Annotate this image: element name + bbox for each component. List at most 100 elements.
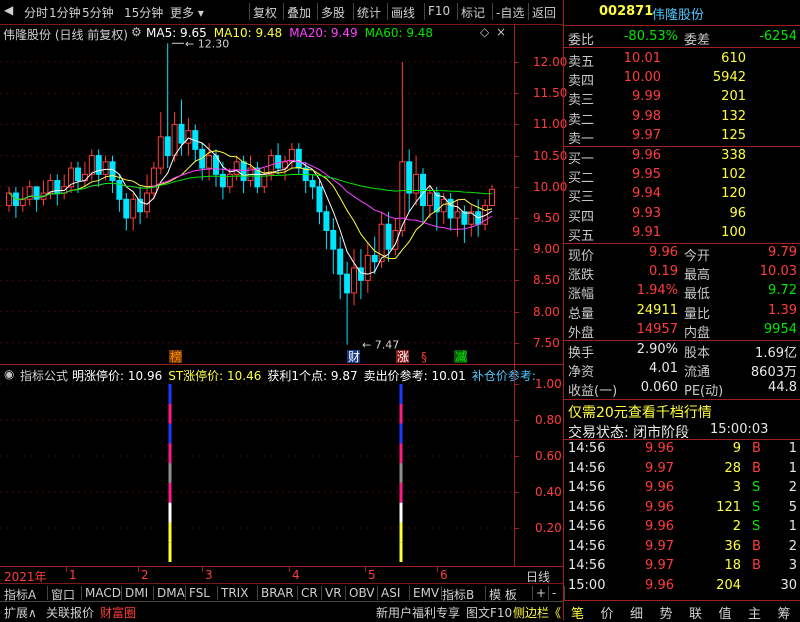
event-marker[interactable]: 减 — [455, 350, 467, 364]
indicator-tab[interactable]: FSL — [189, 586, 210, 600]
candle[interactable] — [33, 186, 40, 212]
candle[interactable] — [337, 236, 344, 300]
candle[interactable] — [413, 155, 420, 206]
toolbar-item[interactable]: F10 — [428, 4, 450, 18]
candle[interactable] — [247, 155, 254, 187]
candle[interactable] — [344, 261, 351, 345]
toolbar-item[interactable]: 返回 — [532, 4, 556, 21]
candle[interactable] — [316, 180, 323, 225]
event-marker[interactable]: 榜 — [170, 349, 182, 364]
candle[interactable] — [12, 186, 19, 218]
status-right-item[interactable]: 图文F10 — [466, 604, 512, 621]
candle[interactable] — [420, 168, 426, 225]
indicator-tab[interactable]: DMA — [157, 586, 185, 600]
indicator-tab[interactable]: BRAR — [261, 586, 294, 600]
indicator-tab[interactable]: ASI — [381, 586, 400, 600]
quote-tab[interactable]: 联 — [689, 603, 702, 622]
candle[interactable] — [130, 193, 137, 231]
toolbar-item[interactable]: 标记 — [461, 4, 485, 21]
indicator-tab[interactable]: + — [536, 586, 546, 600]
toolbar-item[interactable]: 画线 — [391, 4, 415, 21]
quote-tab[interactable]: 笔 — [571, 603, 584, 622]
candle[interactable] — [6, 186, 12, 212]
toolbar-item[interactable]: 分时 — [24, 4, 48, 21]
status-right-item[interactable]: 新用户福利专享 — [376, 604, 460, 621]
candle[interactable] — [323, 205, 330, 250]
candle[interactable] — [185, 118, 192, 156]
event-marker[interactable]: 涨 — [397, 349, 409, 364]
candle[interactable] — [40, 180, 47, 206]
candle[interactable] — [399, 62, 406, 237]
candle[interactable] — [275, 143, 282, 175]
candle[interactable] — [116, 174, 123, 212]
toolbar-item[interactable]: 更多 ▾ — [170, 4, 204, 21]
candle[interactable] — [295, 143, 302, 175]
toolbar-item[interactable]: 复权 — [253, 4, 277, 21]
indicator-tab[interactable]: CR — [301, 586, 318, 600]
candle[interactable] — [81, 161, 88, 187]
candle[interactable] — [233, 155, 240, 181]
status-item[interactable]: 财富圈 — [100, 604, 136, 621]
candle[interactable] — [309, 174, 316, 200]
candle[interactable] — [144, 174, 150, 218]
toolbar-item[interactable]: 15分钟 — [124, 4, 163, 21]
candle[interactable] — [26, 180, 33, 206]
indicator-tab[interactable]: MACD — [85, 586, 121, 600]
toolbar-item[interactable]: 5分钟 — [82, 4, 114, 21]
candle[interactable] — [54, 174, 61, 206]
indicator-tab[interactable]: TRIX — [221, 586, 248, 600]
candle[interactable] — [171, 111, 178, 162]
candle[interactable] — [261, 168, 268, 194]
quote-tab[interactable]: 筹 — [778, 603, 791, 622]
event-marker[interactable]: § — [421, 350, 427, 364]
candle[interactable] — [468, 205, 475, 237]
candle[interactable] — [123, 193, 130, 231]
status-item[interactable]: 关联报价 — [46, 604, 94, 621]
indicator-tab[interactable]: EMV — [413, 586, 439, 600]
toolbar-item[interactable]: 多股 — [321, 4, 345, 21]
status-right-item[interactable]: 侧边栏《 — [513, 604, 561, 621]
indicator-tab[interactable]: OBV — [349, 586, 375, 600]
quote-tab[interactable]: 主 — [748, 603, 761, 622]
candle[interactable] — [88, 149, 95, 181]
indicator-chart[interactable] — [0, 365, 514, 566]
candle[interactable] — [364, 242, 371, 293]
candle[interactable] — [47, 174, 54, 200]
chevron-left-icon[interactable]: ◀ — [4, 3, 13, 17]
candlestick-chart[interactable]: ← 12.30 ← 7.47 榜 财 涨 § 减 — [0, 24, 514, 364]
indicator-tab[interactable]: VR — [325, 586, 342, 600]
quote-tab[interactable]: 势 — [660, 603, 673, 622]
kline-panel[interactable]: 伟隆股份 (日线 前复权) ⚙ MA5: 9.65 MA10: 9.48 MA20:… — [0, 24, 514, 364]
candle[interactable] — [199, 143, 206, 181]
candle[interactable] — [178, 99, 185, 156]
candle[interactable] — [192, 124, 199, 162]
indicator-tab[interactable]: - — [552, 586, 556, 600]
promo-text[interactable]: 仅需20元查看千档行情 — [568, 402, 712, 422]
candle[interactable] — [109, 155, 116, 194]
candle[interactable] — [137, 186, 144, 225]
toolbar-item[interactable]: 叠加 — [287, 4, 311, 21]
quote-tab[interactable]: 值 — [719, 603, 732, 622]
toolbar-item[interactable]: -自选 — [496, 4, 524, 21]
promo-row[interactable]: 仅需20元查看千档行情 — [564, 402, 800, 422]
candle[interactable] — [440, 193, 447, 225]
candle[interactable] — [219, 161, 226, 200]
toolbar-item[interactable]: 1分钟 — [49, 4, 81, 21]
candle[interactable] — [406, 149, 413, 212]
candle[interactable] — [254, 161, 261, 194]
candle[interactable] — [378, 211, 385, 268]
candle[interactable] — [157, 111, 164, 175]
candle[interactable] — [351, 249, 357, 306]
quote-tab[interactable]: 细 — [630, 603, 643, 622]
status-item[interactable]: 扩展∧ — [4, 604, 37, 621]
toolbar-item[interactable]: 统计 — [357, 4, 381, 21]
event-marker[interactable]: 财 — [348, 350, 360, 364]
candle[interactable] — [392, 218, 399, 256]
indicator-panel[interactable]: ◉ 指标公式 明涨停价: 10.96 ST涨停价: 10.46 获利1个点: 9.8… — [0, 364, 536, 566]
quote-tab[interactable]: 价 — [601, 603, 614, 622]
candle[interactable] — [489, 184, 495, 207]
candle[interactable] — [357, 249, 364, 300]
candle[interactable] — [454, 199, 461, 237]
candle[interactable] — [68, 161, 75, 194]
candle[interactable] — [330, 218, 337, 275]
